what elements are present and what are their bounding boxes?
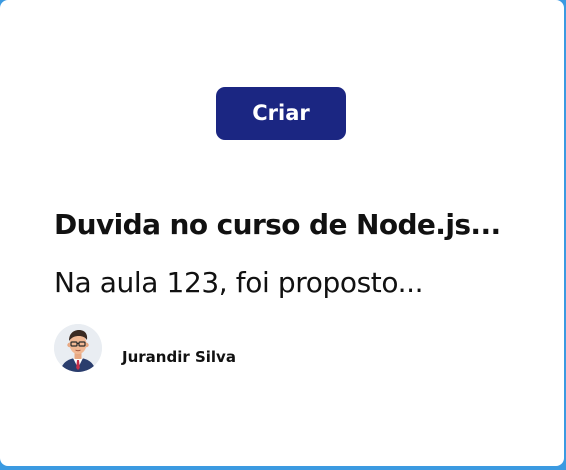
post-title[interactable]: Duvida no curso de Node.js... bbox=[54, 208, 554, 241]
post-card: Criar Duvida no curso de Node.js... Na a… bbox=[0, 0, 564, 466]
create-button[interactable]: Criar bbox=[216, 87, 346, 140]
post-excerpt: Na aula 123, foi proposto... bbox=[54, 266, 424, 299]
author-avatar[interactable] bbox=[54, 324, 102, 372]
man-with-glasses-avatar-icon bbox=[54, 324, 102, 372]
author-name[interactable]: Jurandir Silva bbox=[122, 348, 236, 366]
